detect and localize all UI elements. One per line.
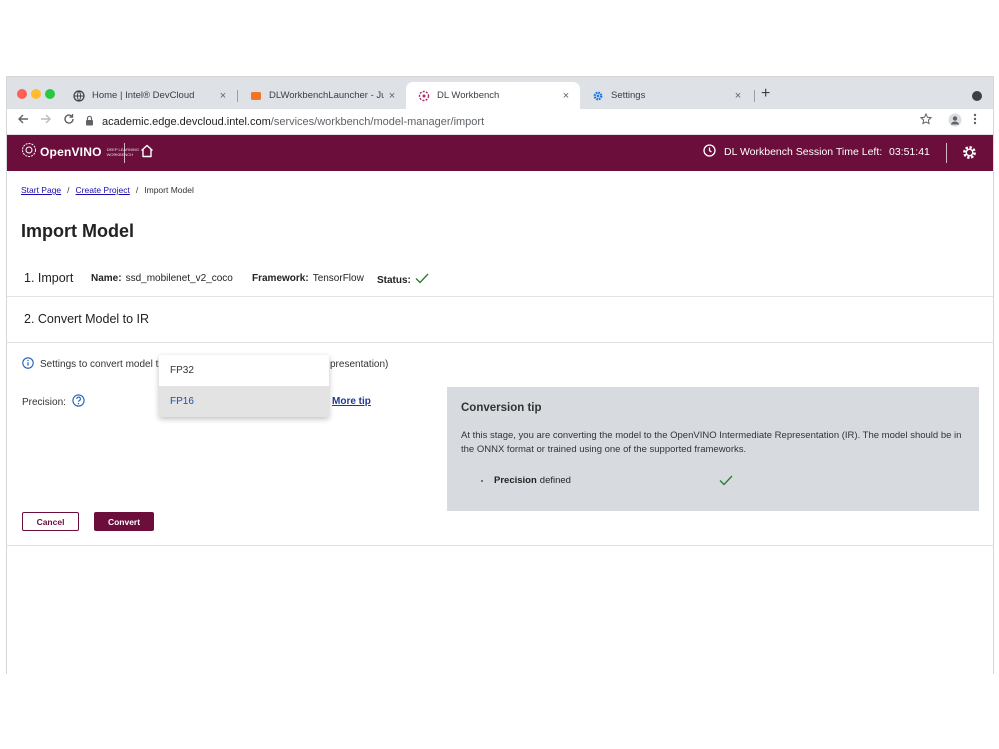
breadcrumb-separator: / <box>135 185 139 195</box>
browser-menu-icon[interactable] <box>973 113 977 128</box>
back-arrow-icon[interactable] <box>17 113 29 128</box>
breadcrumb-separator: / <box>67 185 70 195</box>
url-path: /services/workbench/model-manager/import <box>270 116 485 128</box>
convert-step: 2. Convert Model to IR <box>7 297 993 343</box>
help-icon[interactable] <box>72 394 85 410</box>
convert-settings-info: Settings to convert model t <box>22 357 158 372</box>
import-step-title: 1. Import <box>24 271 74 285</box>
tab-settings[interactable]: Settings × <box>580 82 752 109</box>
convert-settings-text-tail: presentation) <box>330 359 389 370</box>
browser-toolbar: academic.edge.devcloud.intel.com/service… <box>7 109 993 135</box>
model-name: Name: ssd_mobilenet_v2_coco <box>91 273 233 284</box>
tip-item-text: defined <box>539 475 571 486</box>
breadcrumb: Start Page / Create Project / Import Mod… <box>21 185 194 195</box>
openvino-logo-icon <box>21 142 37 161</box>
reload-icon[interactable] <box>63 113 75 128</box>
maximize-window-button[interactable] <box>45 89 55 99</box>
breadcrumb-start-page[interactable]: Start Page <box>21 185 61 195</box>
logo-subtitle-line-2: WORKBENCH <box>106 151 134 157</box>
conversion-tip-panel: Conversion tip At this stage, you are co… <box>447 387 979 511</box>
tab-label: Home | Intel® DevCloud <box>92 90 195 101</box>
tab-label: DL Workbench <box>437 90 500 101</box>
bookmark-star-icon[interactable] <box>919 112 933 128</box>
tab-strip: Home | Intel® DevCloud × DLWorkbenchLaun… <box>7 77 993 109</box>
status-label: Status: <box>377 274 411 286</box>
lock-icon <box>85 115 94 129</box>
session-time: 03:51:41 <box>889 146 930 158</box>
convert-step-title: 2. Convert Model to IR <box>24 312 150 326</box>
profile-avatar-icon[interactable] <box>948 113 962 130</box>
openvino-logo[interactable]: OpenVINO DEEP LEARNING WORKBENCH <box>21 142 139 161</box>
header-divider <box>946 143 947 163</box>
close-window-button[interactable] <box>17 89 27 99</box>
model-name-value: ssd_mobilenet_v2_coco <box>125 273 233 284</box>
conversion-tip-body: At this stage, you are converting the mo… <box>461 430 962 455</box>
more-tip-link[interactable]: More tip <box>332 396 371 407</box>
breadcrumb-current: Import Model <box>144 185 194 195</box>
app-header: OpenVINO DEEP LEARNING WORKBENCH DL Workb… <box>7 135 993 171</box>
forward-arrow-icon[interactable] <box>40 113 52 128</box>
header-divider <box>124 143 125 163</box>
clock-icon <box>703 144 716 160</box>
tab-close-icon[interactable]: × <box>384 90 400 102</box>
section-divider <box>7 545 993 546</box>
convert-button[interactable]: Convert <box>94 512 154 531</box>
tab-close-icon[interactable]: × <box>730 90 746 102</box>
model-name-label: Name: <box>91 273 122 284</box>
breadcrumb-create-project[interactable]: Create Project <box>76 185 130 195</box>
jupyter-icon <box>250 90 262 102</box>
session-timer: DL Workbench Session Time Left: <box>703 144 882 160</box>
tab-dlworkbench-launcher[interactable]: DLWorkbenchLauncher - Jupyt × <box>238 82 406 109</box>
tab-separator <box>754 90 755 102</box>
cancel-button[interactable]: Cancel <box>22 512 79 531</box>
tab-search-icon[interactable] <box>972 91 982 101</box>
page-title: Import Model <box>21 221 134 241</box>
precision-option-fp16[interactable]: FP16 <box>159 386 329 417</box>
tip-item-bold: Precision <box>494 475 537 486</box>
url-host: academic.edge.devcloud.intel.com <box>102 116 271 128</box>
logo-brand: OpenVINO <box>40 144 102 159</box>
check-icon <box>415 273 429 287</box>
framework-value: TensorFlow <box>312 273 364 284</box>
globe-icon <box>73 89 85 102</box>
new-tab-button[interactable]: + <box>761 85 770 103</box>
check-icon <box>719 473 733 491</box>
settings-gear-icon[interactable] <box>961 144 978 166</box>
address-bar[interactable]: academic.edge.devcloud.intel.com/service… <box>85 111 945 133</box>
settings-gear-icon <box>592 90 604 102</box>
import-step: 1. Import Name: ssd_mobilenet_v2_coco Fr… <box>7 262 993 297</box>
framework-label: Framework: <box>252 273 309 284</box>
bullet-icon <box>481 480 483 482</box>
convert-settings-text: Settings to convert model t <box>40 359 159 370</box>
tab-label: Settings <box>611 90 646 101</box>
minimize-window-button[interactable] <box>31 89 41 99</box>
tip-checklist-item: Precision defined <box>494 475 571 486</box>
precision-label: Precision: <box>22 396 66 408</box>
tab-label: DLWorkbenchLauncher - Jupyt <box>269 90 384 101</box>
precision-dropdown[interactable]: FP32 FP16 <box>159 355 329 417</box>
precision-field: Precision: <box>22 394 85 410</box>
info-icon <box>22 357 34 372</box>
precision-option-fp32[interactable]: FP32 <box>159 355 329 386</box>
workbench-icon <box>418 90 430 102</box>
home-icon[interactable] <box>139 143 155 164</box>
session-label: DL Workbench Session Time Left: <box>724 146 883 158</box>
tab-dl-workbench[interactable]: DL Workbench × <box>406 82 580 109</box>
import-status: Status: <box>377 273 429 287</box>
tab-close-icon[interactable]: × <box>558 90 574 102</box>
model-framework: Framework: TensorFlow <box>252 273 364 284</box>
logo-subtitle: DEEP LEARNING WORKBENCH <box>107 147 139 157</box>
tab-close-icon[interactable]: × <box>215 90 231 102</box>
browser-window: Home | Intel® DevCloud × DLWorkbenchLaun… <box>6 76 994 674</box>
tab-home-devcloud[interactable]: Home | Intel® DevCloud × <box>61 82 237 109</box>
conversion-tip-title: Conversion tip <box>461 402 542 414</box>
